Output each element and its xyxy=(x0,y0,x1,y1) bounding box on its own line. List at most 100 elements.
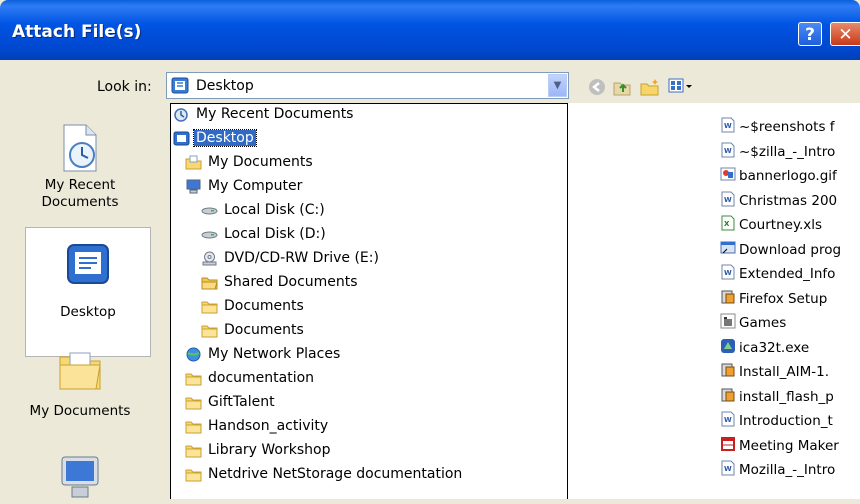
file-item[interactable]: X Courtney.xls xyxy=(720,215,822,235)
file-item[interactable]: install_flash_p xyxy=(720,387,834,407)
folder-icon xyxy=(185,443,202,458)
my-computer-icon xyxy=(56,453,104,499)
folder-icon xyxy=(201,323,218,338)
look-in-option-label: My Recent Documents xyxy=(196,106,354,122)
games-shortcut-icon xyxy=(720,313,736,333)
folder-icon xyxy=(201,299,218,314)
views-menu-icon[interactable] xyxy=(668,78,694,98)
file-name: bannerlogo.gif xyxy=(739,168,837,184)
look-in-option-label: Documents xyxy=(224,322,304,338)
file-item[interactable]: W Introduction_t xyxy=(720,411,833,431)
look-in-combobox[interactable]: Desktop ▼ xyxy=(166,72,569,99)
place-desktop[interactable]: Desktop xyxy=(25,227,151,357)
file-list[interactable]: W ~$reenshots f W ~$zilla_-_Intro bannerlogo… xyxy=(568,103,860,499)
up-folder-icon[interactable] xyxy=(612,78,632,100)
svg-text:W: W xyxy=(724,416,732,424)
file-item[interactable]: W ~$reenshots f xyxy=(720,117,835,137)
look-in-option[interactable]: Shared Documents xyxy=(201,271,360,293)
excel-icon: X xyxy=(720,215,736,235)
cd-drive-icon xyxy=(201,251,218,266)
file-name: Extended_Info xyxy=(739,266,836,282)
look-in-option[interactable]: DVD/CD-RW Drive (E:) xyxy=(201,247,381,269)
file-item[interactable]: bannerlogo.gif xyxy=(720,166,837,186)
file-name: ~$reenshots f xyxy=(739,119,835,135)
look-in-option[interactable]: My Documents xyxy=(185,151,315,173)
word-doc-icon: W xyxy=(720,264,736,284)
hard-disk-icon xyxy=(201,203,218,218)
look-in-option[interactable]: Desktop xyxy=(173,127,257,149)
folder-icon xyxy=(185,395,202,410)
look-in-option[interactable]: My Network Places xyxy=(185,343,342,365)
look-in-option-label: My Network Places xyxy=(208,346,341,362)
look-in-option-label: Netdrive NetStorage documentation xyxy=(208,466,463,482)
word-doc-icon: W xyxy=(720,460,736,480)
look-in-option[interactable]: Library Workshop xyxy=(185,439,332,461)
dialog-title: Attach File(s) xyxy=(12,22,142,42)
file-item[interactable]: Download prog xyxy=(720,240,841,260)
svg-text:W: W xyxy=(724,465,732,473)
new-folder-icon[interactable] xyxy=(640,78,660,100)
look-in-option-label: Shared Documents xyxy=(224,274,358,290)
look-in-option[interactable]: Handson_activity xyxy=(185,415,330,437)
look-in-option-label: DVD/CD-RW Drive (E:) xyxy=(224,250,379,266)
recent-documents-icon xyxy=(56,123,104,173)
look-in-dropdown-list[interactable]: My Recent Documents Desktop My Documents My… xyxy=(170,103,568,499)
file-name: ica32t.exe xyxy=(739,339,810,356)
file-name: Meeting Maker xyxy=(739,437,839,454)
place-my-documents[interactable]: My Documents xyxy=(0,347,160,420)
svg-text:X: X xyxy=(724,220,730,228)
file-item[interactable]: W Mozilla_-_Intro xyxy=(720,460,835,480)
file-item[interactable]: W ~$zilla_-_Intro xyxy=(720,142,835,162)
file-name: Install_AIM-1. xyxy=(739,364,830,380)
file-name: Christmas 200 xyxy=(739,192,838,209)
place-my-recent-documents[interactable]: My Recent Documents xyxy=(0,123,160,211)
place-my-computer[interactable] xyxy=(0,453,160,499)
file-name: ~$zilla_-_Intro xyxy=(739,143,836,160)
my-documents-icon xyxy=(56,347,104,391)
file-item[interactable]: W Christmas 200 xyxy=(720,191,837,211)
file-item[interactable]: W Extended_Info xyxy=(720,264,835,284)
file-item[interactable]: Games xyxy=(720,313,786,333)
look-in-option-label: Documents xyxy=(224,298,304,314)
file-item[interactable]: ica32t.exe xyxy=(720,338,809,358)
chevron-down-icon[interactable]: ▼ xyxy=(548,74,567,97)
look-in-option[interactable]: GiftTalent xyxy=(185,391,277,413)
word-doc-icon: W xyxy=(720,191,736,211)
look-in-option-label: Local Disk (C:) xyxy=(224,202,325,218)
look-in-option[interactable]: Documents xyxy=(201,295,306,317)
help-button[interactable]: ? xyxy=(798,22,822,46)
desktop-icon xyxy=(173,131,190,146)
look-in-option-label: My Computer xyxy=(208,178,303,194)
hard-disk-icon xyxy=(201,227,218,242)
file-item[interactable]: Firefox Setup xyxy=(720,289,827,309)
close-button[interactable]: ✕ xyxy=(830,22,860,46)
title-bar[interactable]: Attach File(s) ? ✕ xyxy=(0,0,860,60)
look-in-option-label: Handson_activity xyxy=(208,418,329,434)
look-in-value: Desktop xyxy=(196,78,254,94)
file-item[interactable]: Meeting Maker xyxy=(720,436,839,456)
look-in-option[interactable]: documentation xyxy=(185,367,316,389)
installer-icon xyxy=(720,362,736,382)
look-in-option[interactable]: My Computer xyxy=(185,175,304,197)
app-icon xyxy=(720,436,736,456)
svg-text:W: W xyxy=(724,196,732,204)
file-item[interactable]: Install_AIM-1. xyxy=(720,362,829,382)
place-label: My Recent Documents xyxy=(41,177,119,210)
installer-icon xyxy=(720,387,736,407)
look-in-option[interactable]: Local Disk (D:) xyxy=(201,223,328,245)
look-in-label: Look in: xyxy=(97,79,152,95)
network-places-icon xyxy=(185,347,202,362)
look-in-option-label: Desktop xyxy=(193,129,257,147)
word-doc-icon: W xyxy=(720,142,736,162)
look-in-option[interactable]: My Recent Documents xyxy=(173,104,355,125)
look-in-option[interactable]: Documents xyxy=(201,319,306,341)
back-icon[interactable] xyxy=(588,78,606,100)
place-label: Desktop xyxy=(60,304,116,320)
file-name: Introduction_t xyxy=(739,413,833,429)
look-in-option-label: GiftTalent xyxy=(208,394,275,410)
look-in-option-label: documentation xyxy=(208,370,315,386)
look-in-option[interactable]: Netdrive NetStorage documentation xyxy=(185,463,464,485)
desktop-icon xyxy=(65,242,111,286)
look-in-option[interactable]: Local Disk (C:) xyxy=(201,199,327,221)
look-in-option-label: My Documents xyxy=(208,154,313,170)
